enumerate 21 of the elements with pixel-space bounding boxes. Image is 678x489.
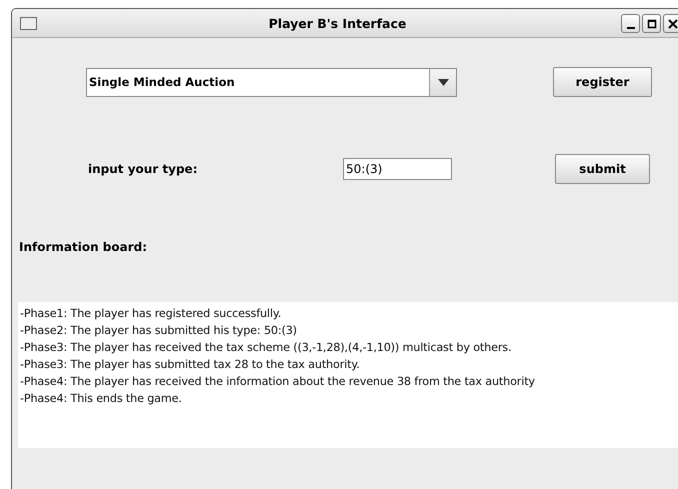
log-line: -Phase3: The player has received the tax scheme ((3,-1,28),(4,-1,10)) multicast by others. [20,340,512,356]
log-line: -Phase2: The player has submitted his type: 50:(3) [20,323,298,339]
maximize-icon [646,18,656,28]
log-line: -Phase4: The player has received the information about the revenue 38 from the tax authority [20,374,536,390]
minimize-button[interactable] [621,14,640,33]
close-button[interactable] [663,14,678,33]
register-button[interactable]: register [553,67,652,97]
maximize-button[interactable] [642,14,661,33]
log-line: -Phase3: The player has submitted tax 28 to the tax authority. [20,357,361,373]
minimize-icon [626,26,634,28]
information-board-label: Information board: [19,240,148,254]
auction-dropdown[interactable]: Single Minded Auction [86,68,457,96]
dropdown-arrow-icon [438,78,448,86]
window-title: Player B's Interface [268,16,408,30]
close-icon [668,18,678,28]
type-label: input your type: [88,162,198,176]
log-line: -Phase4: This ends the game. [20,391,183,407]
type-input-field[interactable]: 50:(3) [343,158,452,180]
log-line: -Phase1: The player has registered successfully. [20,306,282,322]
submit-button[interactable]: submit [555,154,650,184]
window-menu-icon[interactable] [20,16,37,30]
